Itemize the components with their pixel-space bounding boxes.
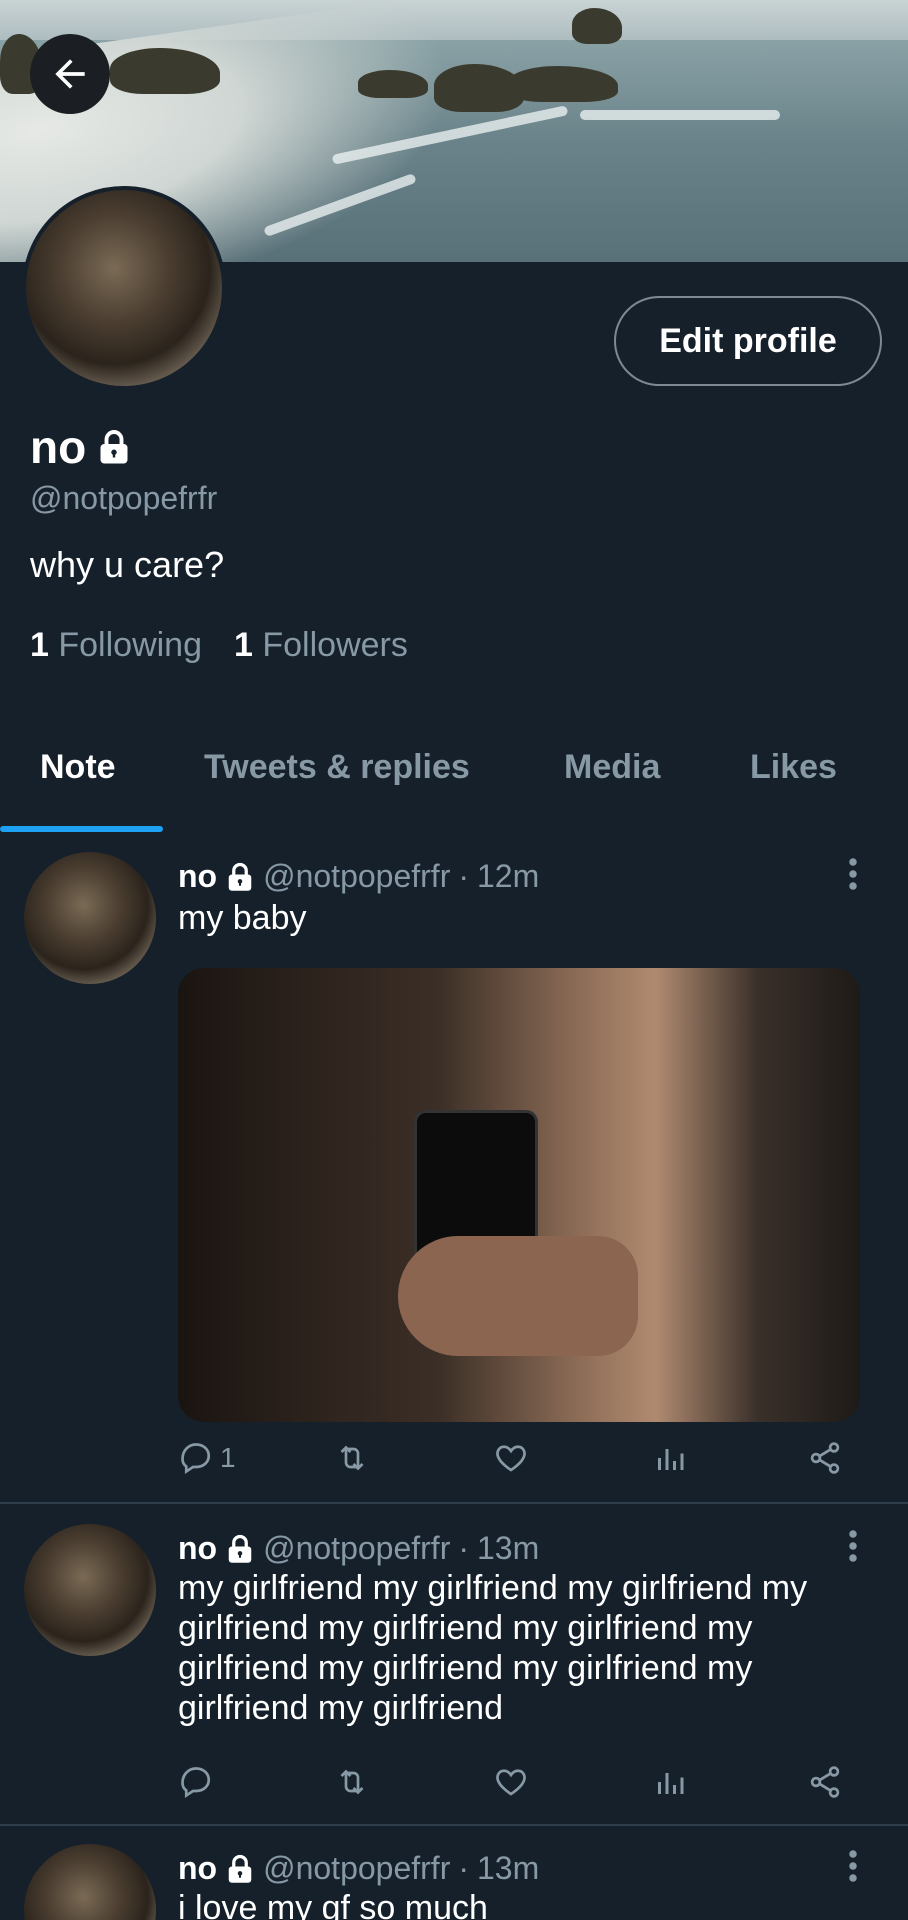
banner-foam — [580, 110, 780, 120]
profile-bio: why u care? — [30, 544, 225, 585]
stats-button[interactable] — [652, 1440, 688, 1476]
profile-tabs: Note Tweets & replies Media Likes — [0, 730, 908, 834]
tweet-author-name: no — [178, 858, 218, 894]
lock-icon — [225, 861, 255, 893]
tab-media[interactable]: Media — [564, 748, 660, 787]
tweet-actions — [178, 1764, 860, 1814]
lock-icon — [96, 428, 132, 466]
tweet-header: no @notpopefrfr · 12m — [178, 858, 539, 895]
like-button[interactable] — [492, 1764, 530, 1800]
lock-icon — [225, 1853, 255, 1885]
share-button[interactable] — [806, 1440, 844, 1476]
tweet[interactable]: no @notpopefrfr · 12m my baby 1 — [0, 850, 908, 1500]
tweet-avatar[interactable] — [24, 1524, 156, 1656]
tweet-author-name: no — [178, 1530, 218, 1566]
tweet-author-handle: @notpopefrfr — [263, 858, 451, 894]
tweet-header: no @notpopefrfr · 13m — [178, 1530, 539, 1567]
retweet-icon — [332, 1440, 372, 1476]
tweet-time: 13m — [477, 1850, 540, 1886]
reply-button[interactable] — [178, 1764, 214, 1800]
retweet-button[interactable] — [332, 1764, 372, 1800]
followers-link[interactable]: 1 Followers — [234, 626, 408, 665]
more-vertical-icon[interactable] — [846, 1528, 860, 1564]
reply-button[interactable]: 1 — [178, 1440, 236, 1476]
tweet-separator: · — [458, 1850, 469, 1886]
share-button[interactable] — [806, 1764, 844, 1800]
edit-profile-button[interactable]: Edit profile — [614, 296, 882, 386]
heart-icon — [492, 1764, 530, 1800]
stats-icon — [652, 1440, 688, 1476]
banner-rock — [358, 70, 428, 98]
tweet-divider — [0, 1824, 908, 1826]
more-vertical-icon[interactable] — [846, 1848, 860, 1884]
tweet-author-handle: @notpopefrfr — [263, 1530, 451, 1566]
tweet[interactable]: no @notpopefrfr · 13m my girlfriend my g… — [0, 1522, 908, 1822]
tweet-separator: · — [458, 858, 469, 894]
active-tab-indicator — [0, 826, 163, 832]
tweet-avatar[interactable] — [24, 852, 156, 984]
tweet-author-name: no — [178, 1850, 218, 1886]
followers-count: 1 — [234, 626, 253, 664]
tweet-divider — [0, 1502, 908, 1504]
profile-handle: @notpopefrfr — [30, 480, 218, 516]
tweet-time: 13m — [477, 1530, 540, 1566]
arrow-left-icon — [48, 52, 92, 96]
tweet-text: i love my gf so much — [178, 1889, 488, 1920]
tweet-media-image[interactable] — [178, 968, 860, 1422]
share-icon — [806, 1440, 844, 1476]
media-hand-shape — [398, 1236, 638, 1356]
tab-note[interactable]: Note — [40, 748, 116, 787]
share-icon — [806, 1764, 844, 1800]
stats-icon — [652, 1764, 688, 1800]
following-link[interactable]: 1 Following — [30, 626, 202, 665]
following-label: Following — [58, 626, 202, 664]
lock-icon — [225, 1533, 255, 1565]
tweet[interactable]: no @notpopefrfr · 13m i love my gf so mu… — [0, 1842, 908, 1920]
following-count: 1 — [30, 626, 49, 664]
tab-tweets-replies[interactable]: Tweets & replies — [204, 748, 470, 787]
profile-stats: 1 Following 1 Followers — [30, 626, 408, 665]
profile-name: no — [30, 421, 87, 473]
tweet-text: my baby — [178, 899, 307, 937]
banner-rock — [508, 66, 618, 102]
reply-count: 1 — [220, 1442, 236, 1473]
tweet-separator: · — [458, 1530, 469, 1566]
profile-name-row: no — [30, 420, 132, 474]
followers-label: Followers — [262, 626, 408, 664]
more-vertical-icon[interactable] — [846, 856, 860, 892]
tweet-author-handle: @notpopefrfr — [263, 1850, 451, 1886]
tweet-text: my girlfriend my girlfriend my girlfrien… — [178, 1569, 808, 1727]
like-button[interactable] — [492, 1440, 530, 1476]
back-button[interactable] — [30, 34, 110, 114]
retweet-button[interactable] — [332, 1440, 372, 1476]
retweet-icon — [332, 1764, 372, 1800]
tweet-avatar[interactable] — [24, 1844, 156, 1920]
reply-icon — [178, 1440, 214, 1476]
tweet-actions: 1 — [178, 1440, 860, 1490]
stats-button[interactable] — [652, 1764, 688, 1800]
heart-icon — [492, 1440, 530, 1476]
tweet-time: 12m — [477, 858, 540, 894]
profile-avatar[interactable] — [22, 186, 226, 390]
banner-rock — [572, 8, 622, 44]
tweet-header: no @notpopefrfr · 13m — [178, 1850, 539, 1887]
reply-icon — [178, 1764, 214, 1800]
tab-likes[interactable]: Likes — [750, 748, 837, 787]
